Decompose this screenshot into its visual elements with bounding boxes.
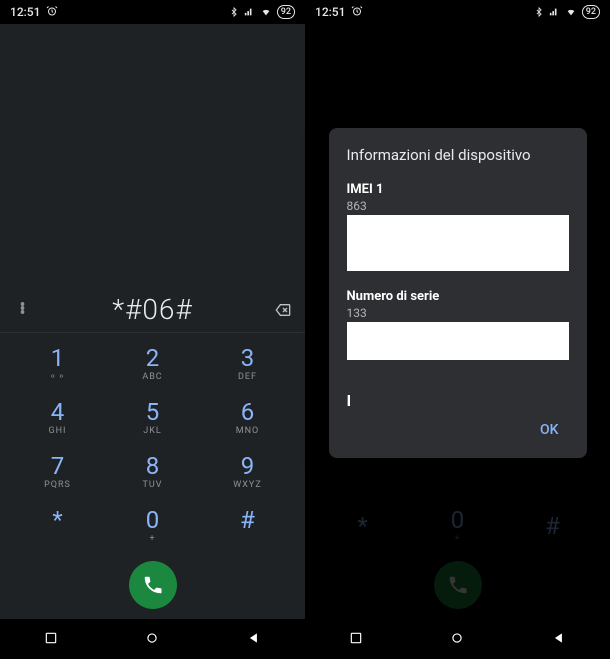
call-button [434, 561, 482, 609]
key-hash[interactable]: # [200, 499, 295, 553]
dial-input[interactable]: *#06# [36, 293, 269, 326]
status-time: 12:51 [315, 5, 345, 19]
ok-button[interactable]: OK [530, 416, 569, 444]
key-4[interactable]: 4GHI [10, 391, 105, 445]
backspace-button[interactable] [269, 302, 297, 318]
imei-value: 863 [347, 199, 569, 213]
key-7[interactable]: 7PQRS [10, 445, 105, 499]
key-0[interactable]: 0+ [105, 499, 200, 553]
nav-bar [0, 619, 305, 659]
key-1[interactable]: 1⚬⚬ [10, 337, 105, 391]
right-screen: 12:51 92 * 0+ # I [305, 0, 610, 659]
nav-back[interactable] [247, 630, 261, 649]
imei-redaction [347, 215, 569, 271]
key-2[interactable]: 2ABC [105, 337, 200, 391]
key-6[interactable]: 6MNO [200, 391, 295, 445]
overflow-menu[interactable]: ••• [8, 304, 36, 316]
alarm-icon [46, 5, 58, 20]
call-button[interactable] [129, 561, 177, 609]
key-0: 0+ [410, 499, 505, 553]
bluetooth-icon [534, 6, 544, 18]
signal-icon [548, 7, 560, 17]
key-3[interactable]: 3DEF [200, 337, 295, 391]
serial-value: 133 [347, 306, 569, 320]
nav-back[interactable] [552, 630, 566, 649]
status-time: 12:51 [10, 5, 40, 19]
dialog-title: Informazioni del dispositivo [347, 146, 569, 164]
nav-bar [305, 619, 610, 659]
battery-indicator: 92 [277, 5, 295, 19]
status-bar: 12:51 92 [0, 0, 305, 24]
key-star[interactable]: * [10, 499, 105, 553]
wifi-icon [259, 7, 273, 17]
key-9[interactable]: 9WXYZ [200, 445, 295, 499]
dial-input-row: ••• *#06# [0, 287, 305, 333]
battery-indicator: 92 [582, 5, 600, 19]
imei-label: IMEI 1 [347, 182, 569, 197]
dialer: ••• *#06# 1⚬⚬ 2ABC 3DEF 4GHI 5JKL 6MNO 7… [0, 24, 305, 619]
key-star: * [315, 499, 410, 553]
serial-redaction [347, 322, 569, 360]
nav-recent[interactable] [44, 630, 58, 649]
serial-label: Numero di serie [347, 289, 569, 304]
status-bar: 12:51 92 [305, 0, 610, 24]
nav-recent[interactable] [349, 630, 363, 649]
nav-home[interactable] [450, 630, 464, 649]
key-hash: # [505, 499, 600, 553]
keypad: 1⚬⚬ 2ABC 3DEF 4GHI 5JKL 6MNO 7PQRS 8TUV … [0, 333, 305, 555]
wifi-icon [564, 7, 578, 17]
nav-home[interactable] [145, 630, 159, 649]
bluetooth-icon [229, 6, 239, 18]
signal-icon [243, 7, 255, 17]
key-8[interactable]: 8TUV [105, 445, 200, 499]
third-field-caret: I [347, 391, 569, 410]
key-5[interactable]: 5JKL [105, 391, 200, 445]
device-info-dialog: Informazioni del dispositivo IMEI 1 863 … [329, 128, 587, 458]
left-screen: 12:51 92 ••• *#06# 1⚬⚬ 2ABC 3DEF [0, 0, 305, 659]
alarm-icon [351, 5, 363, 20]
